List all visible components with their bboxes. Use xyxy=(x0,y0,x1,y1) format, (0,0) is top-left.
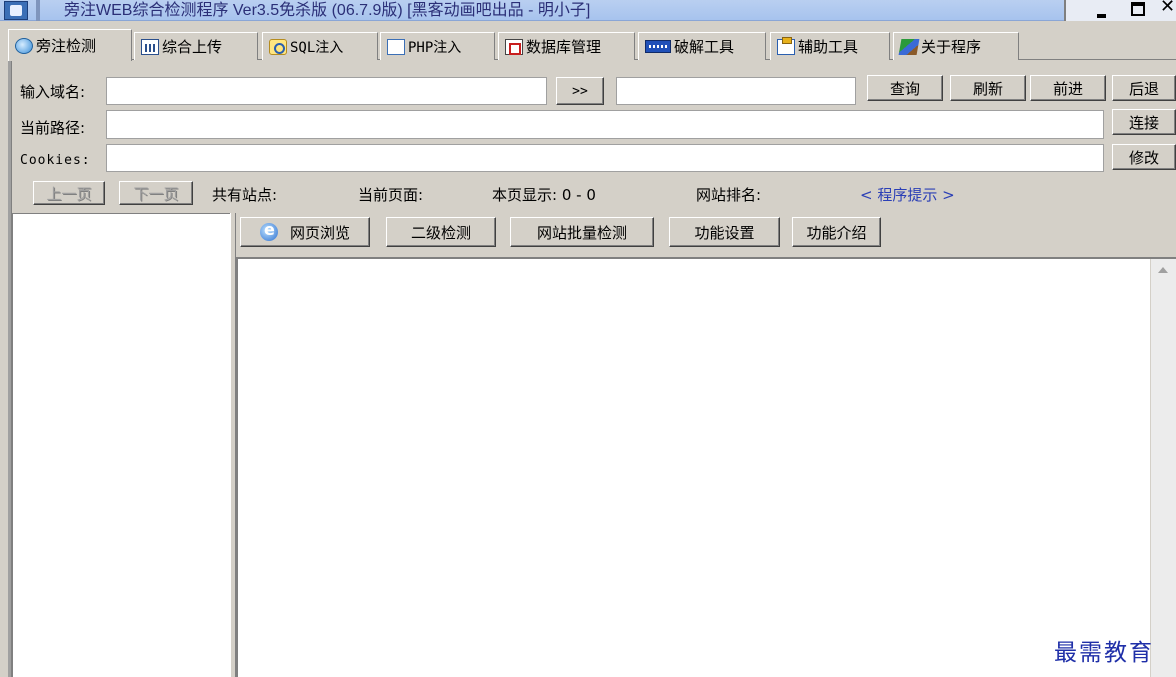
query-button[interactable]: 查询 xyxy=(867,75,943,101)
cookies-input[interactable] xyxy=(106,144,1104,172)
database-icon xyxy=(505,38,523,55)
search-icon xyxy=(269,38,287,55)
total-sites-label: 共有站点: xyxy=(212,186,278,204)
tab-label: 综合上传 xyxy=(162,38,223,56)
tab-side-injection-detect[interactable]: 旁注检测 xyxy=(8,29,132,61)
current-page-label: 当前页面: xyxy=(358,186,424,204)
tab-label: 辅助工具 xyxy=(798,38,859,56)
window-title: 旁注WEB综合检测程序 Ver3.5免杀版 (06.7.9版) [黑客动画吧出品… xyxy=(64,2,591,19)
chart-icon xyxy=(141,38,159,55)
minimize-button[interactable] xyxy=(1096,6,1108,18)
domain-input[interactable] xyxy=(106,77,547,105)
close-button[interactable]: ✕ xyxy=(1160,0,1175,17)
connect-button[interactable]: 连接 xyxy=(1112,109,1176,135)
tab-upload[interactable]: 综合上传 xyxy=(134,32,258,60)
tab-sql-injection[interactable]: SQL注入 xyxy=(262,32,378,60)
web-content-area[interactable] xyxy=(236,257,1176,677)
site-list-panel[interactable] xyxy=(12,213,230,677)
path-label: 当前路径: xyxy=(20,119,86,137)
program-hint-link[interactable]: < 程序提示 > xyxy=(860,184,955,205)
title-separator xyxy=(36,0,40,21)
prev-page-button[interactable]: 上一页 xyxy=(33,181,105,205)
tab-crack-tools[interactable]: 破解工具 xyxy=(638,32,766,60)
second-level-detect-button[interactable]: 二级检测 xyxy=(386,217,496,247)
site-rank-label: 网站排名: xyxy=(696,186,762,204)
tab-about[interactable]: 关于程序 xyxy=(893,32,1019,60)
scroll-up-arrow-icon[interactable] xyxy=(1158,267,1168,273)
result-field[interactable] xyxy=(616,77,856,105)
modify-button[interactable]: 修改 xyxy=(1112,144,1176,170)
batch-detect-button[interactable]: 网站批量检测 xyxy=(510,217,654,247)
back-button[interactable]: 后退 xyxy=(1112,75,1176,101)
browse-page-button[interactable]: 网页浏览 xyxy=(240,217,370,247)
page-search-icon xyxy=(387,38,405,55)
tab-helper-tools[interactable]: 辅助工具 xyxy=(770,32,890,60)
globe-icon xyxy=(15,37,33,54)
go-button[interactable]: >> xyxy=(556,77,604,105)
tab-label: SQL注入 xyxy=(290,39,344,56)
clipboard-icon xyxy=(777,36,795,55)
tab-label: PHP注入 xyxy=(408,39,462,56)
page-display-label: 本页显示: 0 - 0 xyxy=(492,186,596,204)
window-left-border xyxy=(0,60,12,677)
watermark: 最需教育 xyxy=(1054,640,1154,666)
tab-label: 旁注检测 xyxy=(36,37,97,55)
next-page-button[interactable]: 下一页 xyxy=(119,181,193,205)
settings-button[interactable]: 功能设置 xyxy=(669,217,780,247)
maximize-button[interactable] xyxy=(1131,2,1145,16)
tab-label: 数据库管理 xyxy=(526,38,602,56)
path-input[interactable] xyxy=(106,110,1104,139)
app-icon[interactable] xyxy=(4,1,28,20)
tab-label: 破解工具 xyxy=(674,38,735,56)
browser-icon xyxy=(259,220,280,241)
refresh-button[interactable]: 刷新 xyxy=(950,75,1026,101)
vertical-scrollbar[interactable] xyxy=(1150,259,1176,677)
tab-php-injection[interactable]: PHP注入 xyxy=(380,32,495,60)
keyboard-icon xyxy=(645,40,671,53)
tab-label: 关于程序 xyxy=(921,38,982,56)
browse-page-label: 网页浏览 xyxy=(289,223,350,242)
book-icon xyxy=(898,38,920,55)
forward-button[interactable]: 前进 xyxy=(1030,75,1106,101)
tab-database-manager[interactable]: 数据库管理 xyxy=(498,32,635,60)
feature-intro-button[interactable]: 功能介绍 xyxy=(792,217,881,247)
cookies-label: Cookies: xyxy=(20,153,91,168)
domain-label: 输入域名: xyxy=(20,83,86,101)
